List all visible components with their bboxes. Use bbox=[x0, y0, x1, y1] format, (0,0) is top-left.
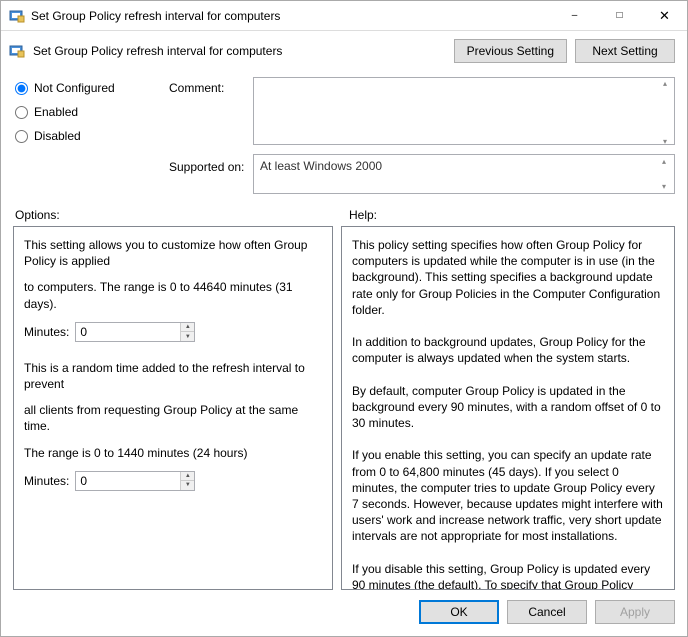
maximize-button[interactable]: □ bbox=[597, 1, 642, 30]
minutes-spinner-2[interactable]: ▲ ▼ bbox=[75, 471, 195, 491]
help-text: This policy setting specifies how often … bbox=[352, 237, 664, 590]
help-label: Help: bbox=[349, 208, 675, 222]
comment-textarea[interactable] bbox=[253, 77, 675, 145]
radio-not-configured-input[interactable] bbox=[15, 82, 28, 95]
radio-not-configured-label: Not Configured bbox=[34, 81, 115, 95]
close-button[interactable]: ✕ bbox=[642, 1, 687, 30]
radio-enabled-input[interactable] bbox=[15, 106, 28, 119]
options-text: This setting allows you to customize how… bbox=[24, 237, 322, 269]
window-title: Set Group Policy refresh interval for co… bbox=[31, 9, 552, 23]
radio-disabled-label: Disabled bbox=[34, 129, 81, 143]
dialog-window: Set Group Policy refresh interval for co… bbox=[0, 0, 688, 637]
header-title: Set Group Policy refresh interval for co… bbox=[33, 44, 446, 58]
options-text: This is a random time added to the refre… bbox=[24, 360, 322, 392]
radio-disabled-input[interactable] bbox=[15, 130, 28, 143]
minutes-input-2[interactable] bbox=[76, 472, 180, 490]
scroll-up-icon: ▴ bbox=[656, 157, 672, 166]
ok-button[interactable]: OK bbox=[419, 600, 499, 624]
app-icon bbox=[9, 8, 25, 24]
minutes-label-2: Minutes: bbox=[24, 473, 69, 489]
minimize-button[interactable]: – bbox=[552, 1, 597, 30]
options-text: to computers. The range is 0 to 44640 mi… bbox=[24, 279, 322, 311]
options-text: all clients from requesting Group Policy… bbox=[24, 402, 322, 434]
spinner-up-icon[interactable]: ▲ bbox=[181, 323, 194, 333]
radio-enabled[interactable]: Enabled bbox=[15, 105, 165, 119]
radio-disabled[interactable]: Disabled bbox=[15, 129, 165, 143]
supported-on-label: Supported on: bbox=[169, 154, 249, 174]
titlebar: Set Group Policy refresh interval for co… bbox=[1, 1, 687, 31]
supported-on-box: At least Windows 2000 ▴ ▾ bbox=[253, 154, 675, 194]
next-setting-button[interactable]: Next Setting bbox=[575, 39, 675, 63]
previous-setting-button[interactable]: Previous Setting bbox=[454, 39, 567, 63]
state-radio-group: Not Configured Enabled Disabled bbox=[15, 77, 165, 148]
help-pane: This policy setting specifies how often … bbox=[341, 226, 675, 590]
radio-enabled-label: Enabled bbox=[34, 105, 78, 119]
minutes-label-1: Minutes: bbox=[24, 324, 69, 340]
minutes-spinner-1[interactable]: ▲ ▼ bbox=[75, 322, 195, 342]
cancel-button[interactable]: Cancel bbox=[507, 600, 587, 624]
supported-on-value: At least Windows 2000 bbox=[260, 159, 382, 173]
minutes-input-1[interactable] bbox=[76, 323, 180, 341]
options-pane: This setting allows you to customize how… bbox=[13, 226, 333, 590]
radio-not-configured[interactable]: Not Configured bbox=[15, 81, 165, 95]
apply-button[interactable]: Apply bbox=[595, 600, 675, 624]
spinner-down-icon[interactable]: ▼ bbox=[181, 332, 194, 341]
spinner-down-icon[interactable]: ▼ bbox=[181, 481, 194, 490]
policy-icon bbox=[9, 43, 25, 59]
spinner-up-icon[interactable]: ▲ bbox=[181, 472, 194, 482]
footer: OK Cancel Apply bbox=[1, 590, 687, 636]
options-label: Options: bbox=[15, 208, 349, 222]
comment-label: Comment: bbox=[169, 77, 249, 95]
header-row: Set Group Policy refresh interval for co… bbox=[1, 31, 687, 71]
options-text: The range is 0 to 1440 minutes (24 hours… bbox=[24, 445, 322, 461]
scroll-down-icon: ▾ bbox=[656, 182, 672, 191]
